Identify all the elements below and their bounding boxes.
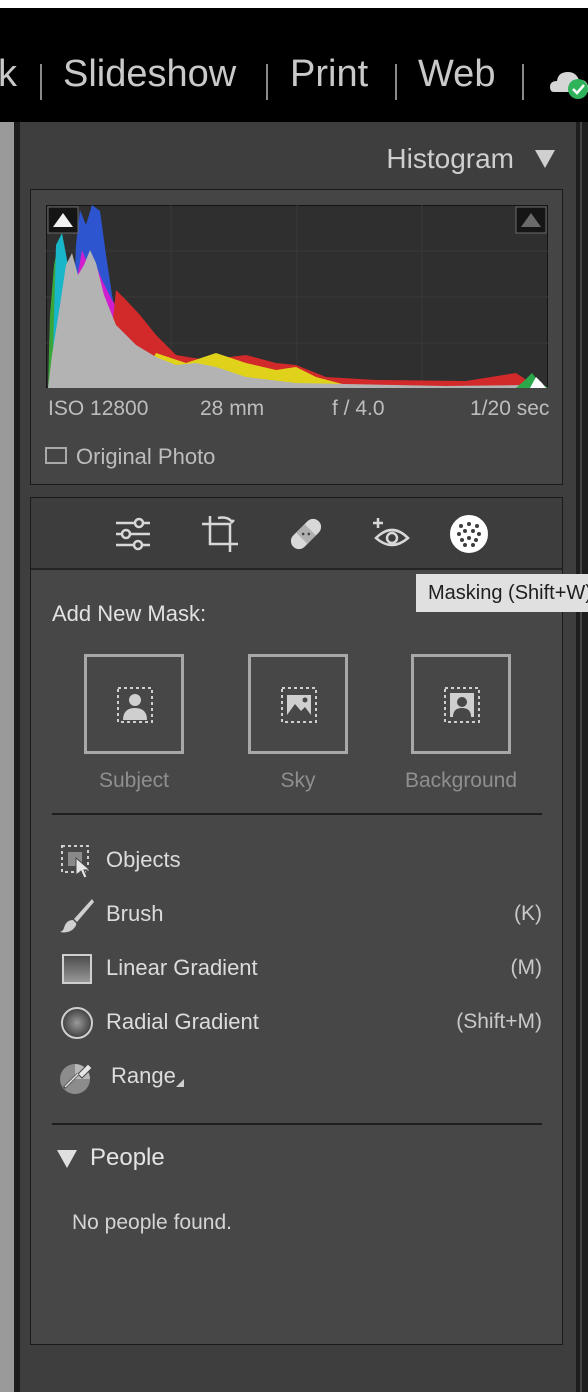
add-new-mask-label: Add New Mask: <box>52 601 207 626</box>
original-photo-label[interactable]: Original Photo <box>76 444 215 470</box>
module-separator <box>40 64 42 100</box>
brush-shortcut: (K) <box>514 902 542 925</box>
radial-gradient-icon[interactable] <box>58 1004 96 1042</box>
meta-focal-length: 28 mm <box>200 397 265 420</box>
healing-icon[interactable] <box>284 512 328 556</box>
meta-aperture: f / 4.0 <box>332 397 385 420</box>
select-sky-button[interactable] <box>248 654 348 754</box>
module-library-partial[interactable]: k <box>0 54 17 94</box>
radial-gradient-shortcut: (Shift+M) <box>456 1010 542 1033</box>
linear-gradient-icon[interactable] <box>58 950 96 988</box>
range-tool[interactable]: Range <box>111 1063 176 1089</box>
cloud-sync-icon[interactable] <box>548 62 588 102</box>
module-separator <box>395 64 397 100</box>
people-section-title[interactable]: People <box>90 1144 165 1172</box>
select-background-icon <box>444 687 480 723</box>
original-photo-checkbox[interactable] <box>45 447 67 464</box>
panel-scrollbar-line <box>580 122 582 1392</box>
module-print[interactable]: Print <box>290 54 368 94</box>
module-web[interactable]: Web <box>418 54 495 94</box>
select-background-button[interactable] <box>411 654 511 754</box>
module-separator <box>266 64 268 100</box>
edit-sliders-icon[interactable] <box>111 512 155 556</box>
module-separator <box>522 64 524 100</box>
select-sky-label: Sky <box>280 769 316 792</box>
meta-shutter: 1/20 sec <box>470 397 550 420</box>
filmstrip-edge <box>0 122 14 1392</box>
select-subject-label: Subject <box>98 769 170 792</box>
red-eye-icon[interactable] <box>370 512 414 556</box>
section-divider <box>52 1123 542 1125</box>
people-empty-text: No people found. <box>72 1211 232 1234</box>
linear-gradient-shortcut: (M) <box>510 956 542 979</box>
histogram-collapse-icon[interactable] <box>535 150 555 168</box>
objects-tool[interactable]: Objects <box>106 847 181 873</box>
meta-iso: ISO 12800 <box>48 397 149 420</box>
range-dropdown-icon[interactable] <box>175 1078 185 1088</box>
window-top-edge <box>0 0 588 8</box>
section-divider <box>52 813 542 815</box>
shadow-clipping-indicator[interactable] <box>47 206 79 234</box>
histogram-title[interactable]: Histogram <box>386 143 514 175</box>
brush-tool[interactable]: Brush <box>106 901 163 927</box>
select-subject-button[interactable] <box>84 654 184 754</box>
masking-icon[interactable] <box>447 512 491 556</box>
radial-gradient-tool[interactable]: Radial Gradient <box>106 1009 259 1035</box>
objects-icon[interactable] <box>58 842 96 880</box>
crop-icon[interactable] <box>198 512 242 556</box>
people-collapse-icon[interactable] <box>57 1150 77 1168</box>
histogram-graph[interactable] <box>46 205 548 388</box>
select-background-label: Background <box>404 769 518 792</box>
brush-icon[interactable] <box>58 896 96 934</box>
masking-tooltip: Masking (Shift+W) <box>416 574 588 612</box>
range-icon[interactable] <box>58 1058 96 1096</box>
module-slideshow[interactable]: Slideshow <box>63 54 236 94</box>
linear-gradient-tool[interactable]: Linear Gradient <box>106 955 258 981</box>
select-sky-icon <box>281 687 317 723</box>
select-subject-icon <box>117 687 153 723</box>
panel-scrollbar-track[interactable] <box>576 122 588 1392</box>
highlight-clipping-indicator[interactable] <box>515 206 547 234</box>
